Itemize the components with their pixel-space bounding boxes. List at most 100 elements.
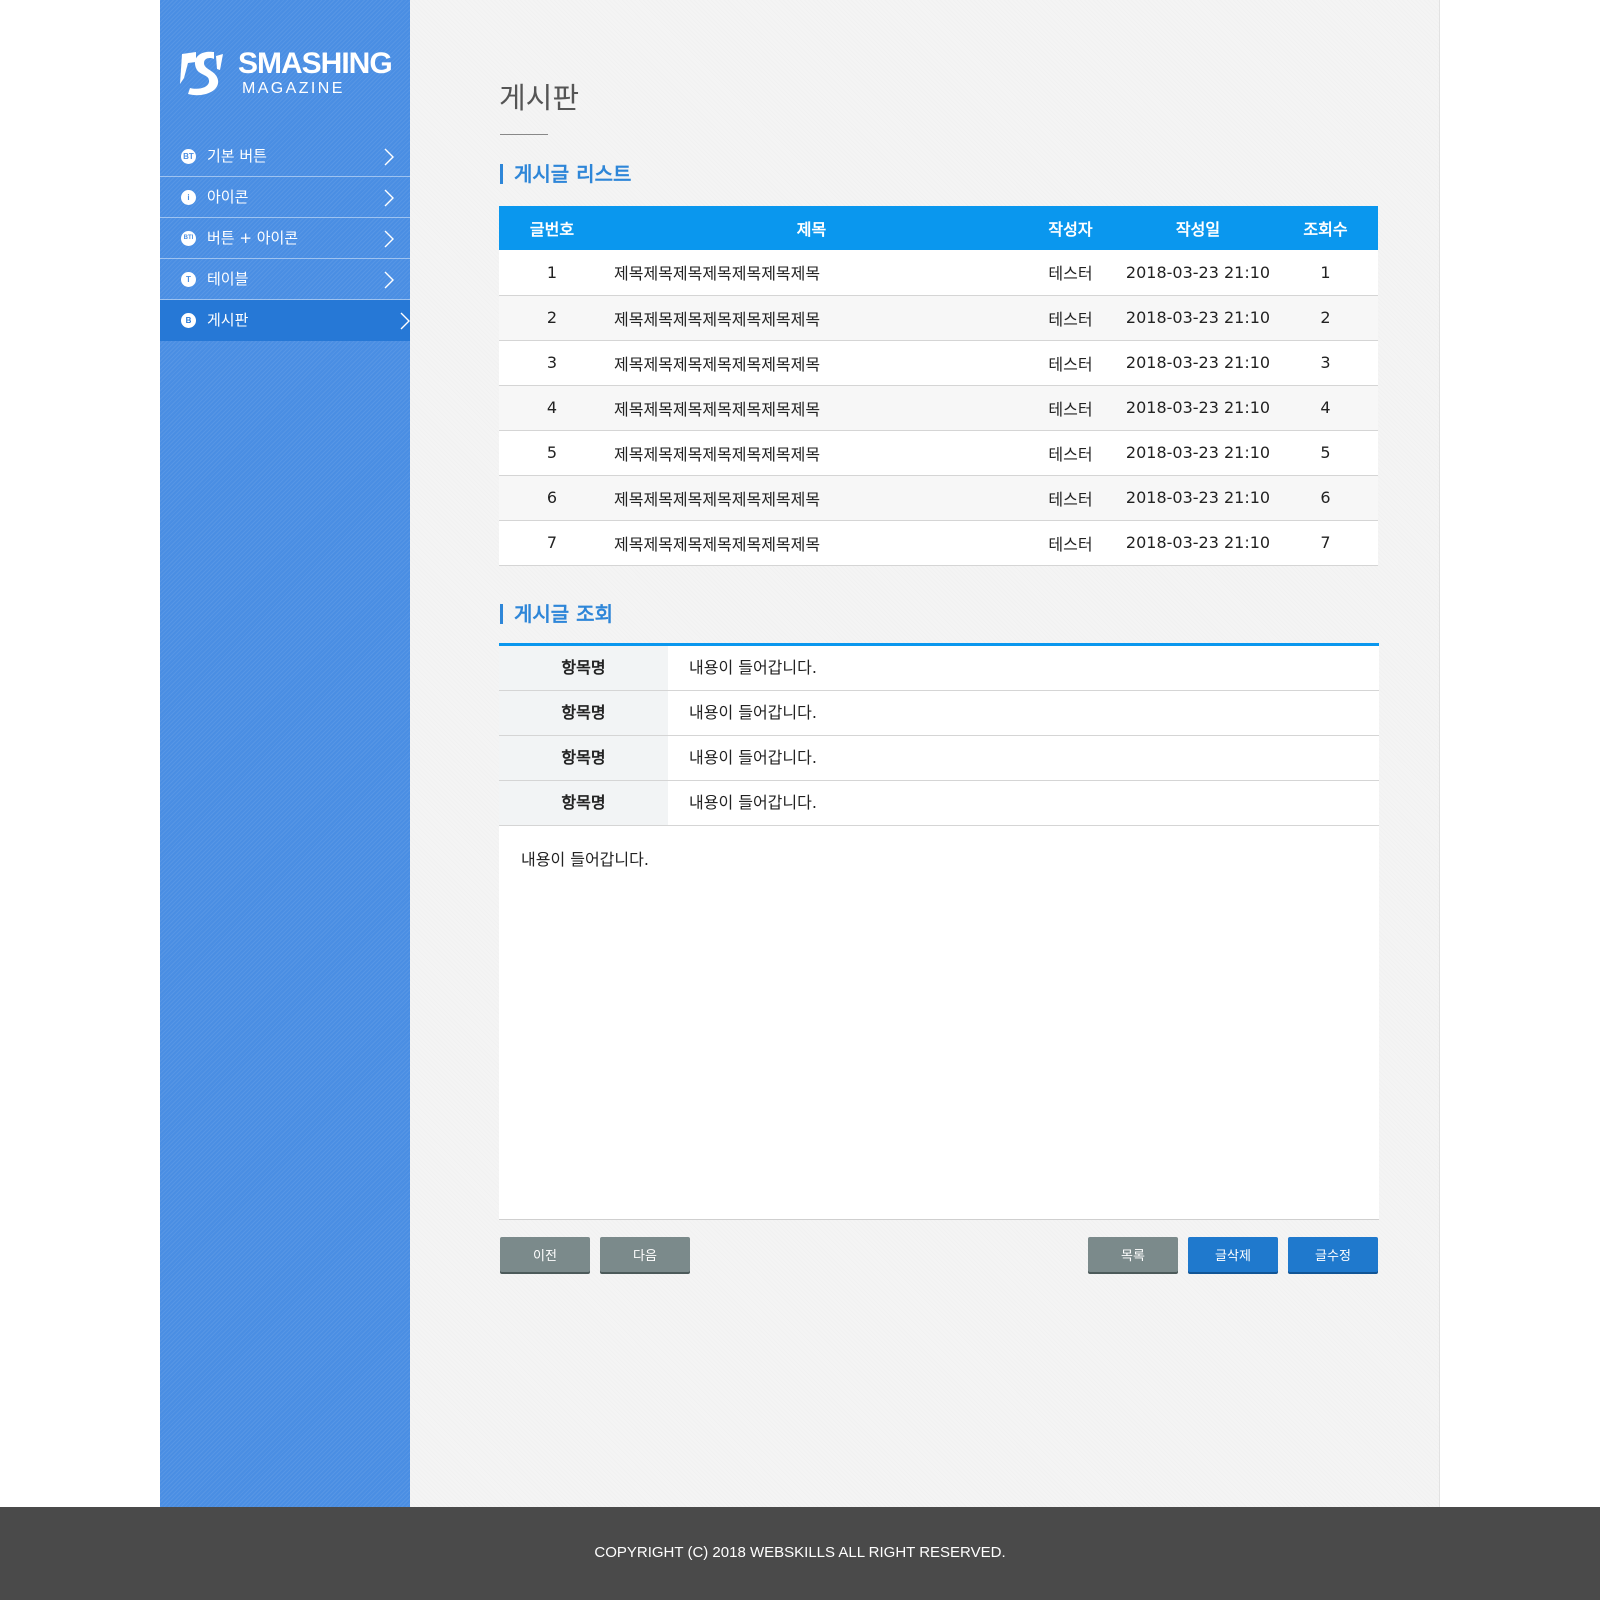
info-circle-icon: i bbox=[181, 190, 196, 205]
cell-date: 2018-03-23 21:10 bbox=[1123, 475, 1273, 521]
smashing-logo[interactable]: SMASHING MAGAZINE bbox=[176, 46, 396, 102]
cell-author: 테스터 bbox=[1018, 385, 1123, 431]
cell-author: 테스터 bbox=[1018, 520, 1123, 566]
sidebar-item-board[interactable]: B 게시판 bbox=[160, 300, 430, 341]
sidebar-nav: BT 기본 버튼 i 아이콘 BTI 버튼 + 아이콘 T 테이블 B 게시판 bbox=[160, 136, 430, 341]
cell-title-link[interactable]: 제목제목제목제목제목제목제목 bbox=[605, 250, 1018, 296]
cell-views: 7 bbox=[1273, 520, 1378, 566]
cell-date: 2018-03-23 21:10 bbox=[1123, 385, 1273, 431]
cell-author: 테스터 bbox=[1018, 250, 1123, 296]
detail-field-row: 항목명 내용이 들어갑니다. bbox=[499, 781, 1379, 826]
cell-number: 3 bbox=[499, 340, 605, 386]
smashing-s-logo-icon bbox=[180, 51, 223, 96]
cell-views: 4 bbox=[1273, 385, 1378, 431]
sidebar-item-table[interactable]: T 테이블 bbox=[160, 259, 410, 300]
main-content: 게시판 게시글 리스트 글번호 제목 작성자 작성일 조회수 1 제목제목제목제… bbox=[410, 0, 1440, 1507]
title-divider bbox=[500, 134, 548, 135]
cell-views: 5 bbox=[1273, 430, 1378, 476]
column-header-views: 조회수 bbox=[1273, 206, 1378, 250]
detail-section-title: 게시글 조회 bbox=[500, 602, 613, 626]
cell-views: 6 bbox=[1273, 475, 1378, 521]
detail-field-value: 내용이 들어갑니다. bbox=[689, 748, 817, 767]
cell-title-link[interactable]: 제목제목제목제목제목제목제목 bbox=[605, 520, 1018, 566]
post-detail-view: 항목명 내용이 들어갑니다. 항목명 내용이 들어갑니다. 항목명 내용이 들어… bbox=[499, 643, 1379, 1220]
next-button[interactable]: 다음 bbox=[600, 1237, 690, 1272]
column-header-author: 작성자 bbox=[1018, 206, 1123, 250]
cell-author: 테스터 bbox=[1018, 430, 1123, 476]
cell-date: 2018-03-23 21:10 bbox=[1123, 430, 1273, 476]
cell-author: 테스터 bbox=[1018, 340, 1123, 386]
cell-views: 3 bbox=[1273, 340, 1378, 386]
detail-field-label: 항목명 bbox=[499, 736, 668, 780]
bt-circle-icon: BT bbox=[181, 149, 196, 164]
detail-field-row: 항목명 내용이 들어갑니다. bbox=[499, 691, 1379, 736]
brand-title: SMASHING bbox=[238, 47, 393, 80]
sidebar-item-basic-buttons[interactable]: BT 기본 버튼 bbox=[160, 136, 410, 177]
column-header-date: 작성일 bbox=[1123, 206, 1273, 250]
cell-number: 2 bbox=[499, 295, 605, 341]
detail-field-label: 항목명 bbox=[499, 691, 668, 735]
cell-date: 2018-03-23 21:10 bbox=[1123, 520, 1273, 566]
sidebar-item-label: 테이블 bbox=[207, 270, 249, 288]
detail-field-value: 내용이 들어갑니다. bbox=[689, 793, 817, 812]
post-list-table: 글번호 제목 작성자 작성일 조회수 1 제목제목제목제목제목제목제목 테스터 … bbox=[499, 206, 1378, 566]
cell-views: 1 bbox=[1273, 250, 1378, 296]
t-circle-icon: T bbox=[181, 272, 196, 287]
cell-views: 2 bbox=[1273, 295, 1378, 341]
b-circle-icon: B bbox=[181, 313, 196, 328]
table-row[interactable]: 3 제목제목제목제목제목제목제목 테스터 2018-03-23 21:10 3 bbox=[499, 340, 1378, 386]
cell-date: 2018-03-23 21:10 bbox=[1123, 250, 1273, 296]
chevron-right-icon bbox=[400, 312, 410, 330]
table-row[interactable]: 5 제목제목제목제목제목제목제목 테스터 2018-03-23 21:10 5 bbox=[499, 430, 1378, 476]
sidebar: SMASHING MAGAZINE BT 기본 버튼 i 아이콘 BTI 버튼 … bbox=[160, 0, 430, 1507]
cell-author: 테스터 bbox=[1018, 295, 1123, 341]
column-header-title: 제목 bbox=[605, 206, 1018, 250]
sidebar-item-label: 버튼 + 아이콘 bbox=[207, 229, 299, 247]
post-body: 내용이 들어갑니다. bbox=[499, 826, 1379, 1220]
footer: COPYRIGHT (C) 2018 WEBSKILLS ALL RIGHT R… bbox=[0, 1507, 1600, 1600]
detail-field-value: 내용이 들어갑니다. bbox=[689, 658, 817, 677]
list-section-title: 게시글 리스트 bbox=[500, 162, 631, 186]
edit-post-button[interactable]: 글수정 bbox=[1288, 1237, 1378, 1272]
cell-date: 2018-03-23 21:10 bbox=[1123, 340, 1273, 386]
detail-field-row: 항목명 내용이 들어갑니다. bbox=[499, 736, 1379, 781]
cell-title-link[interactable]: 제목제목제목제목제목제목제목 bbox=[605, 385, 1018, 431]
table-row[interactable]: 6 제목제목제목제목제목제목제목 테스터 2018-03-23 21:10 6 bbox=[499, 475, 1378, 521]
table-row[interactable]: 2 제목제목제목제목제목제목제목 테스터 2018-03-23 21:10 2 bbox=[499, 295, 1378, 341]
cell-title-link[interactable]: 제목제목제목제목제목제목제목 bbox=[605, 340, 1018, 386]
table-header-row: 글번호 제목 작성자 작성일 조회수 bbox=[499, 206, 1378, 250]
page-title: 게시판 bbox=[499, 81, 580, 115]
cell-date: 2018-03-23 21:10 bbox=[1123, 295, 1273, 341]
table-row[interactable]: 4 제목제목제목제목제목제목제목 테스터 2018-03-23 21:10 4 bbox=[499, 385, 1378, 431]
cell-number: 6 bbox=[499, 475, 605, 521]
cell-title-link[interactable]: 제목제목제목제목제목제목제목 bbox=[605, 295, 1018, 341]
cell-title-link[interactable]: 제목제목제목제목제목제목제목 bbox=[605, 430, 1018, 476]
chevron-right-icon bbox=[384, 271, 394, 289]
chevron-right-icon bbox=[384, 230, 394, 248]
brand-subtitle: MAGAZINE bbox=[242, 80, 345, 97]
chevron-right-icon bbox=[384, 148, 394, 166]
detail-field-value: 내용이 들어갑니다. bbox=[689, 703, 817, 722]
table-row[interactable]: 1 제목제목제목제목제목제목제목 테스터 2018-03-23 21:10 1 bbox=[499, 250, 1378, 296]
sidebar-item-button-icon[interactable]: BTI 버튼 + 아이콘 bbox=[160, 218, 410, 259]
chevron-right-icon bbox=[384, 189, 394, 207]
sidebar-item-label: 게시판 bbox=[207, 311, 249, 329]
list-button[interactable]: 목록 bbox=[1088, 1237, 1178, 1272]
sidebar-item-label: 기본 버튼 bbox=[207, 147, 267, 165]
cell-title-link[interactable]: 제목제목제목제목제목제목제목 bbox=[605, 475, 1018, 521]
cell-author: 테스터 bbox=[1018, 475, 1123, 521]
copyright-text: COPYRIGHT (C) 2018 WEBSKILLS ALL RIGHT R… bbox=[594, 1544, 1006, 1561]
prev-button[interactable]: 이전 bbox=[500, 1237, 590, 1272]
table-row[interactable]: 7 제목제목제목제목제목제목제목 테스터 2018-03-23 21:10 7 bbox=[499, 520, 1378, 566]
detail-field-label: 항목명 bbox=[499, 781, 668, 825]
cell-number: 1 bbox=[499, 250, 605, 296]
delete-post-button[interactable]: 글삭제 bbox=[1188, 1237, 1278, 1272]
sidebar-item-label: 아이콘 bbox=[207, 188, 249, 206]
detail-field-label: 항목명 bbox=[499, 646, 668, 690]
bti-circle-icon: BTI bbox=[181, 231, 196, 246]
detail-field-row: 항목명 내용이 들어갑니다. bbox=[499, 646, 1379, 691]
cell-number: 5 bbox=[499, 430, 605, 476]
sidebar-item-icons[interactable]: i 아이콘 bbox=[160, 177, 410, 218]
cell-number: 7 bbox=[499, 520, 605, 566]
cell-number: 4 bbox=[499, 385, 605, 431]
